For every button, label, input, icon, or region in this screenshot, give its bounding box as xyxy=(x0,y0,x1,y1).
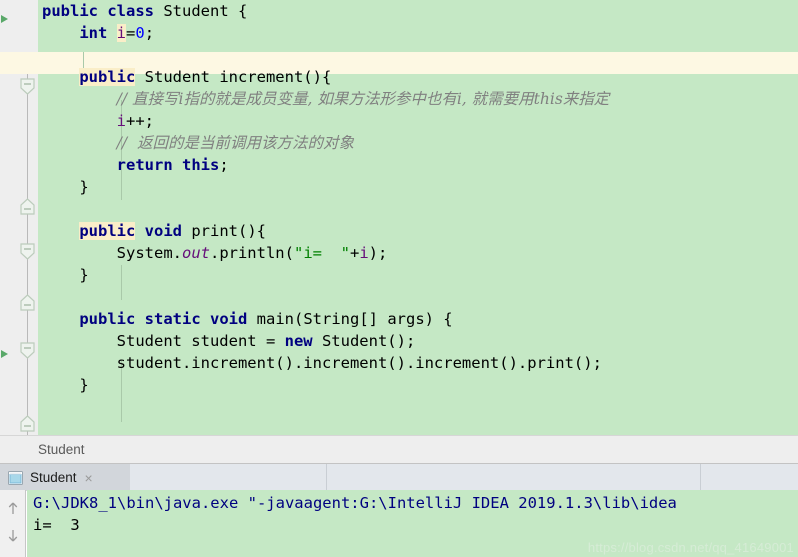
code-line[interactable]: } xyxy=(38,264,798,286)
fold-collapse-up-icon[interactable] xyxy=(19,294,36,311)
code-text[interactable]: public class Student { int i=0; public S… xyxy=(38,0,798,435)
code-token: // 返回的是当前调用该方法的对象 xyxy=(116,134,354,152)
code-line[interactable]: System.out.println("i= "+i); xyxy=(38,242,798,264)
fold-collapse-up-icon[interactable] xyxy=(19,198,36,215)
console-side-toolbar[interactable] xyxy=(0,490,26,557)
code-token: void xyxy=(210,310,248,328)
code-line[interactable]: } xyxy=(38,374,798,396)
code-token: main(String[] args) { xyxy=(247,310,453,328)
code-token: i xyxy=(359,244,369,262)
code-editor[interactable]: public class Student { int i=0; public S… xyxy=(0,0,798,435)
code-line[interactable]: int i=0; xyxy=(38,22,798,44)
code-line[interactable]: return this; xyxy=(38,154,798,176)
code-line[interactable]: public class Student { xyxy=(38,0,798,22)
code-token: this xyxy=(182,156,220,174)
code-line[interactable]: } xyxy=(38,176,798,198)
code-token: class xyxy=(107,2,155,20)
code-line[interactable]: public Student increment(){ xyxy=(38,66,798,88)
code-token: + xyxy=(349,244,360,262)
code-token: out xyxy=(181,244,210,262)
fold-collapse-down-icon[interactable] xyxy=(19,243,36,260)
watermark-text: https://blog.csdn.net/qq_41649001 xyxy=(587,540,794,555)
code-line[interactable]: public void print(){ xyxy=(38,220,798,242)
code-token: int xyxy=(79,24,108,42)
code-token: } xyxy=(42,178,89,196)
code-token: } xyxy=(42,266,89,284)
code-token: Student student = xyxy=(42,332,285,350)
code-line[interactable] xyxy=(38,198,798,220)
code-token: i xyxy=(116,24,127,42)
code-token: = xyxy=(126,24,136,42)
code-token: public xyxy=(79,222,136,240)
close-icon[interactable]: × xyxy=(85,471,93,485)
run-tab-label: Student xyxy=(30,470,77,485)
breadcrumb[interactable]: Student xyxy=(0,435,798,463)
tabbar-divider xyxy=(700,464,701,491)
code-line[interactable]: Student student = new Student(); xyxy=(38,330,798,352)
code-line[interactable]: i++; xyxy=(38,110,798,132)
code-line[interactable]: public static void main(String[] args) { xyxy=(38,308,798,330)
code-token: Student increment(){ xyxy=(135,68,332,86)
code-token: new xyxy=(284,332,313,350)
code-token: student.increment().increment().incremen… xyxy=(42,354,602,372)
breadcrumb-item-class[interactable]: Student xyxy=(0,442,85,457)
code-token: Student(); xyxy=(312,332,416,350)
code-line[interactable]: // 直接写i指的就是成员变量, 如果方法形参中也有i, 就需要用this来指定 xyxy=(38,88,798,110)
code-token: ); xyxy=(368,244,388,262)
code-line[interactable]: student.increment().increment().incremen… xyxy=(38,352,798,374)
code-token: i xyxy=(116,112,126,130)
fold-collapse-down-icon[interactable] xyxy=(19,342,36,359)
code-token: Student { xyxy=(154,2,248,20)
gutter-run-icon[interactable] xyxy=(0,345,10,358)
code-token: System. xyxy=(42,244,182,262)
code-token: "i= " xyxy=(293,244,350,262)
code-token: static xyxy=(144,310,201,328)
console-line: G:\JDK8_1\bin\java.exe "-javaagent:G:\In… xyxy=(33,494,677,512)
run-tab-student[interactable]: Student × xyxy=(0,464,130,491)
code-token: return xyxy=(116,156,173,174)
code-token: // 直接写i指的就是成员变量, 如果方法形参中也有i, 就需要用this来指定 xyxy=(116,90,610,108)
run-tab-bar[interactable]: Student × xyxy=(0,463,798,491)
fold-collapse-down-icon[interactable] xyxy=(19,78,36,95)
code-token: public xyxy=(79,68,136,86)
code-token: 0 xyxy=(135,24,145,42)
tabbar-divider xyxy=(326,464,327,491)
code-token: .println( xyxy=(209,244,294,262)
code-token: public xyxy=(42,2,98,20)
code-line[interactable] xyxy=(38,286,798,308)
code-line[interactable] xyxy=(38,44,798,66)
code-token: print(){ xyxy=(182,222,266,240)
run-tool-window: Student × G:\JDK8_1\bin\java.exe "-javaa… xyxy=(0,463,798,557)
code-token: } xyxy=(42,376,89,394)
fold-collapse-up-icon[interactable] xyxy=(19,415,36,432)
code-token: public xyxy=(79,310,136,328)
ide-window: public class Student { int i=0; public S… xyxy=(0,0,798,557)
code-token: void xyxy=(144,222,182,240)
code-token: ; xyxy=(219,156,229,174)
arrow-down-icon[interactable] xyxy=(7,528,19,542)
console-window-icon xyxy=(8,470,23,485)
code-line[interactable]: // 返回的是当前调用该方法的对象 xyxy=(38,132,798,154)
arrow-up-icon[interactable] xyxy=(7,500,19,514)
caret-row-highlight-gutter xyxy=(0,52,38,74)
gutter-run-icon[interactable] xyxy=(0,10,10,23)
console-line: i= 3 xyxy=(33,516,80,534)
code-token: ++; xyxy=(126,112,154,130)
code-token: ; xyxy=(144,24,155,42)
